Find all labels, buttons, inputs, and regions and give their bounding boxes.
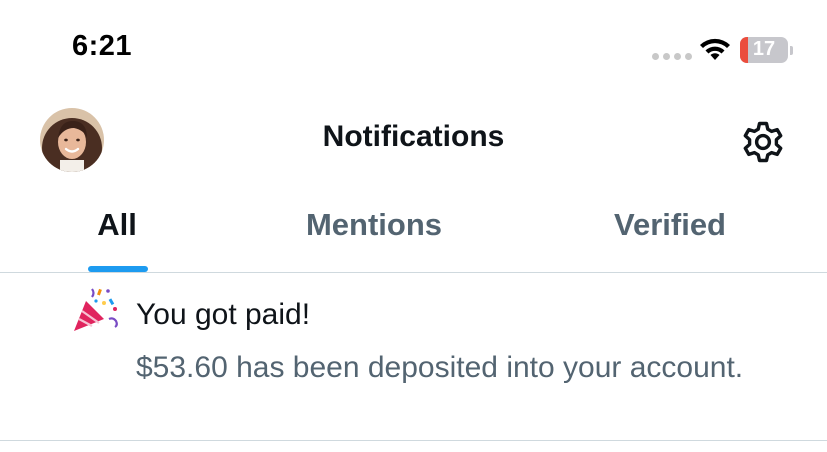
- tab-all[interactable]: All: [86, 207, 148, 243]
- notification-tabs: All Mentions Verified: [0, 190, 827, 272]
- cellular-signal-icon: [652, 53, 692, 60]
- gear-icon: [743, 121, 783, 163]
- party-popper-icon: [74, 288, 118, 331]
- status-time: 6:21: [72, 30, 133, 62]
- tab-verified[interactable]: Verified: [600, 207, 740, 243]
- wifi-icon: [700, 38, 730, 60]
- status-bar: 6:21 17: [0, 0, 827, 100]
- notification-body: $53.60 has been deposited into your acco…: [136, 351, 744, 384]
- notification-divider: [0, 440, 827, 441]
- notification-title: You got paid!: [136, 298, 311, 331]
- battery-icon: 17: [740, 37, 788, 63]
- battery-terminal: [790, 46, 793, 55]
- tabs-divider: [0, 272, 827, 273]
- tab-mentions[interactable]: Mentions: [292, 207, 456, 243]
- battery-percent: 17: [752, 38, 776, 60]
- page-title: Notifications: [322, 120, 505, 153]
- settings-button[interactable]: [740, 119, 786, 165]
